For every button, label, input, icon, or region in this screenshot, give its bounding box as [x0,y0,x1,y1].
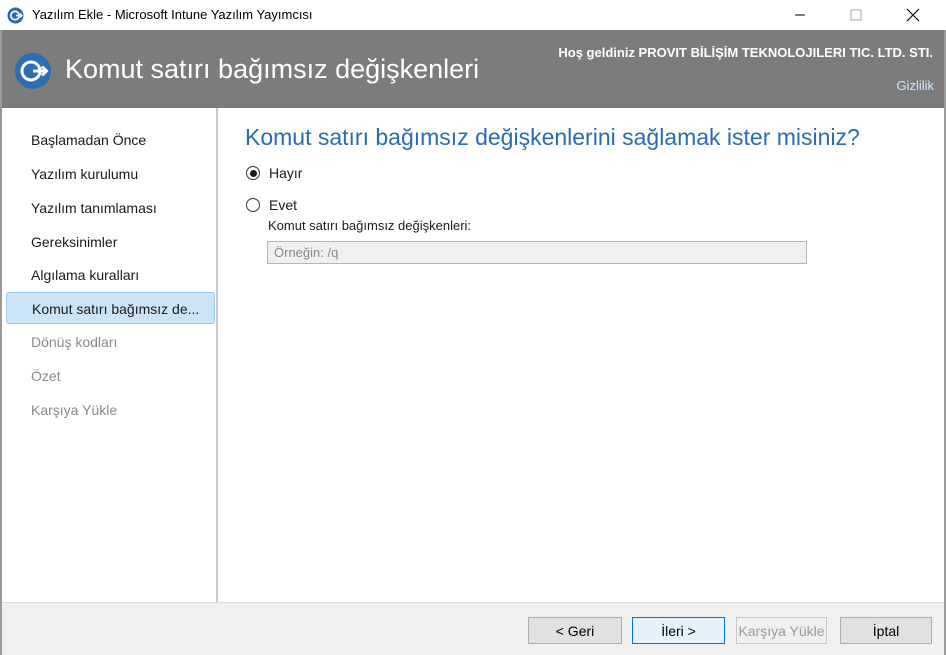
cancel-button[interactable]: İptal [840,617,932,644]
radio-button-yes[interactable] [246,198,260,212]
intune-logo-icon [15,53,51,89]
welcome-text: Hoş geldiniz PROVIT BİLİŞİM TEKNOLOJILER… [558,45,933,60]
upload-button: Karşıya Yükle [736,617,827,644]
arguments-field-label: Komut satırı bağımsız değişkenleri: [268,218,472,233]
sidebar-item-return-codes: Dönüş kodları [31,334,118,350]
arguments-input[interactable] [267,241,807,264]
close-button[interactable] [890,0,936,30]
radio-label-yes: Evet [269,197,298,213]
main-content: Komut satırı bağımsız değişkenlerini sağ… [220,108,944,602]
sidebar-item-before-you-begin[interactable]: Başlamadan Önce [6,124,215,156]
radio-option-no[interactable]: Hayır [246,165,302,181]
close-icon [906,8,920,22]
privacy-link[interactable]: Gizlilik [896,78,934,93]
maximize-button[interactable] [833,0,879,30]
sidebar-item-requirements[interactable]: Gereksinimler [6,226,215,258]
wizard-footer: < Geri İleri > Karşıya Yükle İptal [2,602,944,655]
back-button[interactable]: < Geri [528,617,622,644]
maximize-icon [850,9,862,21]
window-title: Yazılım Ekle - Microsoft Intune Yazılım … [32,7,313,22]
intune-app-icon [7,7,24,24]
radio-button-no[interactable] [246,166,260,180]
title-bar: Yazılım Ekle - Microsoft Intune Yazılım … [0,0,946,30]
radio-option-yes[interactable]: Evet [246,197,297,213]
next-button[interactable]: İleri > [632,617,725,644]
page-title: Komut satırı bağımsız değişkenleri [65,54,480,84]
sidebar-item-command-line-arguments[interactable]: Komut satırı bağımsız de... [6,292,215,324]
wizard-steps-sidebar: Başlamadan Önce Yazılım kurulumu Yazılım… [2,108,218,602]
sidebar-item-software-description[interactable]: Yazılım tanımlaması [6,192,215,224]
page-header: Komut satırı bağımsız değişkenleri Hoş g… [2,30,944,108]
sidebar-item-summary: Özet [31,368,61,384]
radio-label-no: Hayır [269,165,303,181]
sidebar-item-upload: Karşıya Yükle [31,402,118,418]
sidebar-item-software-setup[interactable]: Yazılım kurulumu [6,158,215,190]
minimize-button[interactable] [777,0,823,30]
sidebar-item-detection-rules[interactable]: Algılama kuralları [6,259,215,291]
minimize-icon [795,14,805,16]
radio-selected-dot [249,169,257,177]
question-heading: Komut satırı bağımsız değişkenlerini sağ… [245,124,860,150]
